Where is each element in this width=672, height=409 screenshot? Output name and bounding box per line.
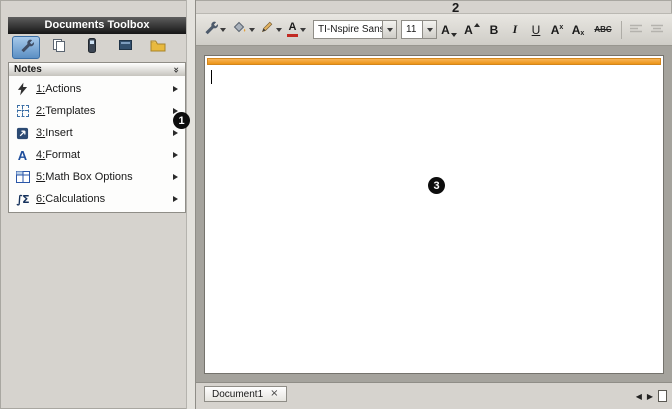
collapse-panel-icon[interactable]: « [172,66,182,72]
wrench-icon [203,20,218,40]
notes-panel-title: Notes [14,64,42,75]
tinspire-window: Documents Toolbox [0,0,672,409]
document-workspace [196,46,672,383]
arrow-up-icon [474,23,480,27]
text-color-icon: A [287,22,298,37]
toolbox-tab-smartview[interactable] [78,36,106,59]
document-tab-bar: Document1 × ◀ ▶ [196,383,672,409]
templates-grid-icon [13,103,32,119]
menu-item-label: 3:Insert [36,127,73,139]
document-tools-button[interactable] [201,17,228,43]
dropdown-arrow-icon [427,28,433,32]
page-sorter-button[interactable] [658,390,667,402]
italic-button[interactable]: I [505,18,525,42]
documents-toolbox-title: Documents Toolbox [8,17,186,34]
menu-item-templates[interactable]: 2:Templates [9,100,185,122]
notes-panel-header[interactable]: Notes « [8,62,186,77]
calculations-sigma-icon: ∫Σ [13,191,32,207]
font-size-value: 11 [402,24,422,35]
menu-item-insert[interactable]: 3:Insert [9,122,185,144]
toolbox-tab-document-tools[interactable] [12,36,40,59]
align-left-button[interactable] [626,18,646,42]
dropdown-arrow-icon [249,28,255,32]
decrease-font-size-button[interactable]: A [438,18,460,42]
submenu-arrow-icon [173,130,178,136]
text-cursor [211,70,212,84]
underline-button[interactable]: U [526,18,546,42]
math-box-icon [13,169,32,185]
align-center-button[interactable] [647,18,667,42]
arrow-down-icon [451,33,457,37]
align-right-button[interactable] [668,18,672,42]
formatting-toolbar: A TI-Nspire Sans 11 A A B [196,13,672,46]
page-forward-button[interactable]: ▶ [647,392,653,401]
superscript-button[interactable]: A x [547,18,567,42]
font-family-select[interactable]: TI-Nspire Sans [313,20,397,39]
pencil-icon [260,20,274,39]
font-family-value: TI-Nspire Sans [314,24,382,35]
subscript-button[interactable]: A x [568,18,588,42]
menu-item-math-box-options[interactable]: 5:Math Box Options [9,166,185,188]
dropdown-arrow-icon [387,28,393,32]
callout-1: 1 [173,112,190,129]
fill-color-button[interactable] [229,17,257,43]
bold-button[interactable]: B [484,18,504,42]
dropdown-arrow-icon [300,28,306,32]
close-document-icon[interactable]: × [270,389,278,399]
increase-font-size-button[interactable]: A [461,18,483,42]
notes-page[interactable] [204,55,664,374]
toolbar-divider [621,21,622,39]
font-size-dropdown-button[interactable] [422,21,436,38]
font-size-select[interactable]: 11 [401,20,437,39]
menu-item-label: 4:Format [36,149,80,161]
toolbox-tab-page-sorter[interactable] [45,36,73,59]
notes-menu: 1:Actions 2:Templates 3:Insert A 4:Forma… [8,76,186,213]
documents-toolbox: Documents Toolbox [0,0,186,409]
document-tab[interactable]: Document1 × [204,386,287,402]
menu-item-label: 5:Math Box Options [36,171,133,183]
dropdown-arrow-icon [220,28,226,32]
menu-item-format[interactable]: A 4:Format [9,144,185,166]
page-back-button[interactable]: ◀ [636,392,642,401]
actions-lightning-icon [13,81,32,97]
menu-item-actions[interactable]: 1:Actions [9,78,185,100]
toolbox-tab-bar [8,34,186,61]
format-a-icon: A [13,147,32,163]
menu-item-label: 6:Calculations [36,193,105,205]
dropdown-arrow-icon [276,28,282,32]
panel-splitter[interactable] [186,0,196,409]
document-tab-label: Document1 [212,389,263,400]
toolbox-tab-utilities[interactable] [111,36,139,59]
workspace: A TI-Nspire Sans 11 A A B [196,0,672,409]
toolbox-tab-content-explorer[interactable] [144,36,172,59]
strikethrough-button[interactable]: ABC [589,18,617,42]
insert-icon [13,125,32,141]
align-center-icon [651,23,663,37]
page-sorter-icon [51,38,67,58]
page-header-bar [207,58,661,65]
submenu-arrow-icon [173,152,178,158]
color-swatch-bar [287,34,298,37]
line-color-button[interactable] [258,17,284,43]
submenu-arrow-icon [173,174,178,180]
text-color-button[interactable]: A [285,17,308,43]
submenu-arrow-icon [173,86,178,92]
align-left-icon [630,23,642,37]
paint-bucket-icon [231,20,247,39]
menu-item-label: 2:Templates [36,105,95,117]
callout-3: 3 [428,177,445,194]
menu-item-calculations[interactable]: ∫Σ 6:Calculations [9,188,185,210]
utilities-icon [118,38,133,57]
font-family-dropdown-button[interactable] [382,21,396,38]
menu-item-label: 1:Actions [36,83,81,95]
submenu-arrow-icon [173,196,178,202]
smartview-icon [85,38,99,58]
content-explorer-icon [150,38,166,57]
page-navigation: ◀ ▶ [636,390,667,402]
document-tools-icon [19,38,34,58]
callout-2: 2 [452,0,459,15]
